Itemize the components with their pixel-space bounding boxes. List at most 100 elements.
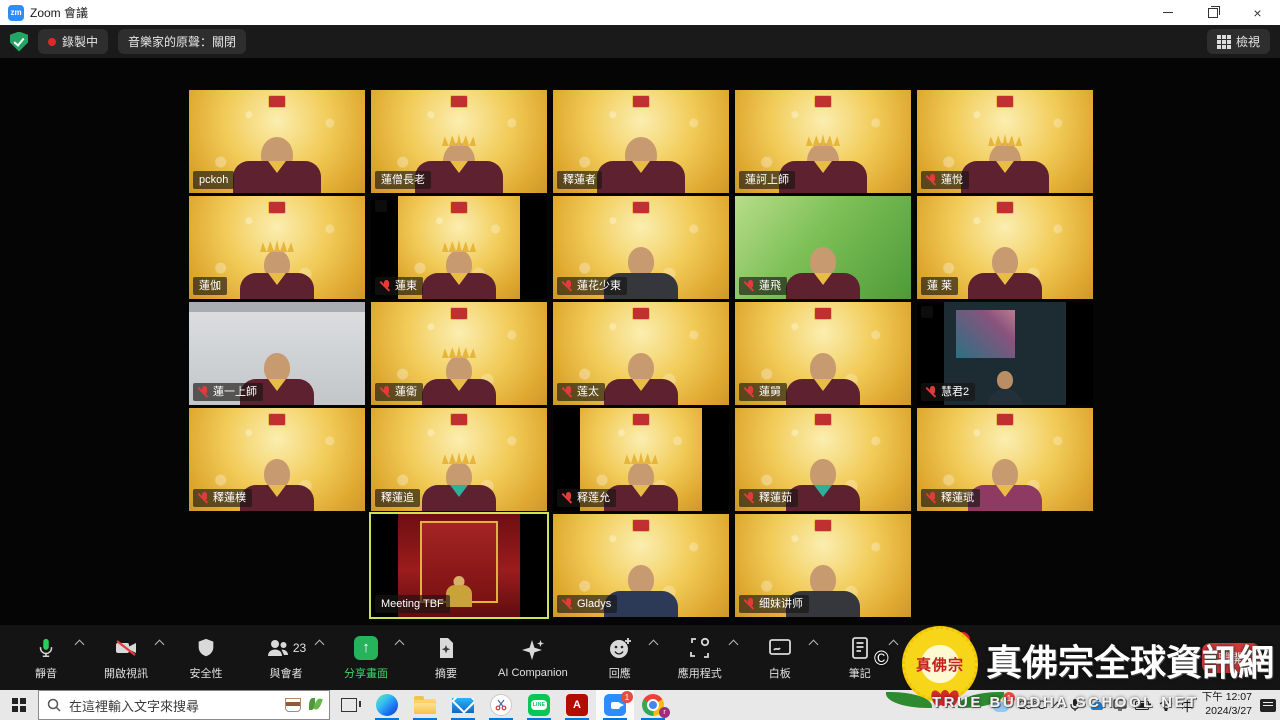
battery-icon[interactable] (1135, 701, 1151, 710)
chevron-up-icon[interactable] (728, 640, 738, 650)
taskbar-app-file-explorer[interactable] (406, 690, 444, 720)
video-tile[interactable]: 蓮飛 (735, 196, 911, 299)
muted-mic-icon (199, 492, 209, 505)
start-button[interactable] (0, 690, 38, 720)
video-tile[interactable]: 釋蓮者 (553, 90, 729, 193)
video-tile[interactable]: 蓮僧長老 (371, 90, 547, 193)
reactions-button[interactable]: 回應 (580, 625, 660, 690)
video-tile[interactable]: 蓮伽 (189, 196, 365, 299)
video-tile[interactable]: 蓮東 (371, 196, 547, 299)
muted-mic-icon (927, 386, 937, 399)
participant-figure (598, 347, 684, 405)
encryption-shield-icon[interactable] (10, 32, 28, 52)
minimize-button[interactable] (1145, 0, 1190, 25)
ime-indicator[interactable]: 中 (1181, 696, 1194, 715)
weather-widget[interactable]: 1 (989, 695, 1011, 715)
video-tile[interactable]: 蓮一上師 (189, 302, 365, 405)
snipping-tool-icon (490, 694, 512, 716)
participant-nametag: 蓮舅 (739, 383, 787, 401)
muted-mic-icon (563, 598, 573, 611)
original-sound-label: 音樂家的原聲：關閉 (128, 33, 236, 50)
video-tile[interactable]: 釋蓮珷 (917, 408, 1093, 511)
backdrop-emblem (268, 95, 286, 108)
security-button[interactable]: 安全性 (166, 625, 246, 690)
video-tile[interactable]: 釋蓮茹 (735, 408, 911, 511)
participant-nametag: 蓮花少東 (557, 277, 627, 295)
taskbar-search[interactable]: 在這裡輸入文字來搜尋 (38, 690, 330, 720)
video-tile[interactable]: 蓮訶上師 (735, 90, 911, 193)
backdrop-emblem (632, 307, 650, 320)
taskbar-app-mail[interactable] (444, 690, 482, 720)
temperature-label[interactable]: 25°C (1019, 698, 1046, 712)
taskbar-clock[interactable]: 下午 12:072024/3/27 (1202, 691, 1252, 718)
chevron-up-icon[interactable] (315, 640, 325, 650)
whiteboard-button[interactable]: 白板 (740, 625, 820, 690)
participant-nametag: 蓮衛 (375, 383, 423, 401)
more-button[interactable]: 1 更多 (900, 625, 980, 690)
recording-indicator[interactable]: 錄製中 (38, 29, 108, 54)
video-tile-active-speaker[interactable]: Meeting TBF (371, 514, 547, 617)
participant-nametag: Meeting TBF (375, 595, 450, 613)
muted-mic-icon (745, 280, 755, 293)
wifi-icon[interactable] (1159, 700, 1173, 711)
video-tile[interactable]: 蓮悅 (917, 90, 1093, 193)
apps-button[interactable]: 應用程式 (660, 625, 740, 690)
chevron-up-icon[interactable] (155, 640, 165, 650)
action-center-icon[interactable] (1260, 699, 1276, 712)
chevron-up-icon[interactable] (395, 640, 405, 650)
display-icon[interactable] (1113, 699, 1127, 711)
chevron-up-icon[interactable] (888, 640, 898, 650)
backdrop-emblem (814, 95, 832, 108)
chevron-up-icon[interactable] (648, 640, 658, 650)
notes-button[interactable]: 筆記 (820, 625, 900, 690)
chevron-up-icon[interactable] (808, 640, 818, 650)
participant-name: 细妹讲师 (759, 596, 803, 612)
taskbar-app-zoom[interactable]: 1 (596, 690, 634, 720)
backdrop-emblem (814, 519, 832, 532)
participants-button[interactable]: 23 與會者 (246, 625, 326, 690)
search-doodle-teacup (285, 698, 301, 712)
onedrive-icon[interactable] (1089, 700, 1105, 711)
video-tile[interactable]: 蓮 莱 (917, 196, 1093, 299)
leave-button[interactable]: 離開 (1202, 643, 1260, 673)
participant-nametag: 蓮伽 (193, 277, 227, 295)
taskbar-app-snipping[interactable] (482, 690, 520, 720)
video-tile[interactable]: 釋蓮樸 (189, 408, 365, 511)
edge-icon (376, 694, 398, 716)
taskbar-app-line[interactable]: LINE (520, 690, 558, 720)
video-tile[interactable]: 蓮舅 (735, 302, 911, 405)
video-tile[interactable]: 细妹讲师 (735, 514, 911, 617)
backdrop-emblem (268, 413, 286, 426)
video-tile[interactable]: pckoh (189, 90, 365, 193)
taskbar-app-chrome[interactable]: r (634, 690, 672, 720)
video-tile[interactable]: 蓮花少東 (553, 196, 729, 299)
share-screen-button[interactable]: ↑ 分享畫面 (326, 625, 406, 690)
chevron-up-icon[interactable] (75, 640, 85, 650)
taskbar-app-acrobat[interactable]: A (558, 690, 596, 720)
video-tile[interactable]: 慧君2 (917, 302, 1093, 405)
participant-name: 蓮東 (395, 278, 417, 294)
tray-mic-icon[interactable] (1069, 698, 1081, 712)
summary-button[interactable]: 摘要 (406, 625, 486, 690)
view-button[interactable]: 檢視 (1207, 29, 1270, 54)
mute-button[interactable]: 靜音 (6, 625, 86, 690)
apps-icon (688, 635, 712, 661)
participant-name: 莲太 (577, 384, 599, 400)
original-sound-status[interactable]: 音樂家的原聲：關閉 (118, 29, 246, 54)
search-placeholder: 在這裡輸入文字來搜尋 (69, 696, 277, 715)
whiteboard-icon (768, 635, 792, 661)
start-video-button[interactable]: 開啟視訊 (86, 625, 166, 690)
video-tile[interactable]: 釋蓮追 (371, 408, 547, 511)
video-tile[interactable]: Gladys (553, 514, 729, 617)
ai-companion-button[interactable]: AI Companion (486, 625, 580, 690)
participant-name: 蓮舅 (759, 384, 781, 400)
participant-name: 釋蓮者 (563, 172, 596, 188)
video-tile[interactable]: 莲太 (553, 302, 729, 405)
taskbar-app-edge[interactable] (368, 690, 406, 720)
restore-button[interactable] (1190, 0, 1235, 25)
hidden-icons-chevron[interactable] (1054, 700, 1061, 710)
task-view-button[interactable] (330, 690, 368, 720)
video-tile[interactable]: 蓮衛 (371, 302, 547, 405)
close-button[interactable]: × (1235, 0, 1280, 25)
video-tile[interactable]: 释莲允 (553, 408, 729, 511)
